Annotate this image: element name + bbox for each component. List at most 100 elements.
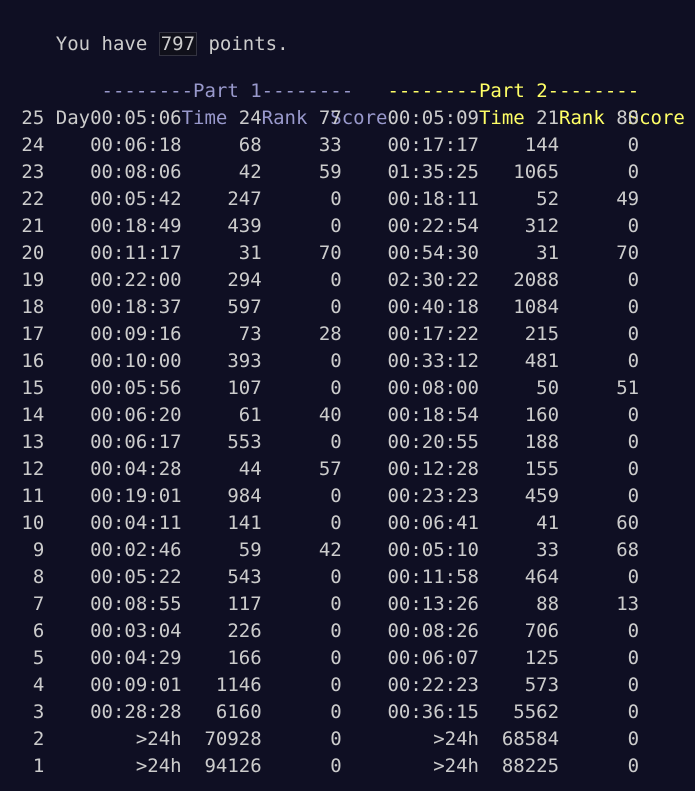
part2-rank-cell: 155	[524, 458, 560, 480]
part1-score-cell: 33	[318, 134, 342, 156]
part1-time-cell: 00:28:28	[90, 701, 182, 723]
part1-score-cell: 0	[330, 620, 342, 642]
day-cell: 7	[32, 593, 45, 615]
stats-table-body: 25 00:05:06 24 77 00:05:09 21 80 24 00:06:18 68 33…	[10, 105, 685, 780]
part1-time-cell: 00:04:11	[90, 512, 182, 534]
part2-rank-cell: 88	[536, 593, 560, 615]
part1-rank-cell: 543	[227, 566, 262, 588]
part1-rank-cell: 393	[227, 350, 262, 372]
part2-score-cell: 0	[627, 701, 640, 723]
day-cell: 22	[21, 188, 45, 210]
table-row: 11 00:19:01 984 0 00:23:23 459 0	[10, 483, 685, 510]
part2-score-cell: 0	[627, 458, 640, 480]
points-value: 797	[158, 32, 198, 56]
part2-time-cell: 00:08:00	[387, 377, 479, 399]
part2-rank-cell: 52	[536, 188, 560, 210]
part2-rank-cell: 5562	[513, 701, 560, 723]
part1-time-cell: 00:05:56	[90, 377, 182, 399]
part1-score-cell: 0	[330, 350, 342, 372]
part2-time-cell: 00:23:23	[387, 485, 479, 507]
part2-score-cell: 0	[627, 134, 640, 156]
table-row: 18 00:18:37 597 0 00:40:18 1084 0	[10, 294, 685, 321]
table-row: 19 00:22:00 294 0 02:30:22 2088 0	[10, 267, 685, 294]
part2-score-cell: 0	[627, 485, 640, 507]
day-cell: 11	[21, 485, 45, 507]
part2-rank-cell: 481	[524, 350, 560, 372]
part2-time-cell: 00:05:10	[387, 539, 479, 561]
part2-rank-cell: 50	[536, 377, 560, 399]
part2-score-cell: 0	[627, 404, 640, 426]
part1-time-cell: >24h	[135, 755, 182, 777]
part1-score-cell: 40	[318, 404, 342, 426]
day-cell: 23	[21, 161, 45, 183]
part1-score-cell: 0	[330, 674, 342, 696]
part2-score-cell: 60	[616, 512, 640, 534]
day-cell: 15	[21, 377, 45, 399]
part2-time-cell: >24h	[433, 728, 479, 750]
part2-rank-cell: 464	[524, 566, 560, 588]
table-row: 14 00:06:20 61 40 00:18:54 160 0	[10, 402, 685, 429]
day-cell: 12	[21, 458, 45, 480]
table-row: 13 00:06:17 553 0 00:20:55 188 0	[10, 429, 685, 456]
table-row: 24 00:06:18 68 33 00:17:17 144 0	[10, 132, 685, 159]
part2-rank-cell: 1065	[513, 161, 560, 183]
part1-rank-cell: 597	[227, 296, 262, 318]
table-row: 3 00:28:28 6160 0 00:36:15 5562 0	[10, 699, 685, 726]
part1-time-cell: 00:03:04	[90, 620, 182, 642]
part2-time-cell: 00:08:26	[387, 620, 479, 642]
part1-score-cell: 0	[330, 188, 342, 210]
part2-time-cell: 00:18:54	[387, 404, 479, 426]
part1-time-cell: 00:04:29	[90, 647, 182, 669]
day-cell: 1	[32, 755, 45, 777]
points-suffix: points.	[197, 33, 289, 55]
part2-score-cell: 0	[627, 161, 640, 183]
part2-rank-cell: 706	[524, 620, 560, 642]
day-cell: 9	[32, 539, 45, 561]
part2-rank-cell: 31	[536, 242, 560, 264]
part2-rank-cell: 1084	[513, 296, 560, 318]
part1-score-cell: 57	[318, 458, 342, 480]
part2-time-cell: 00:22:23	[387, 674, 479, 696]
part1-score-cell: 0	[330, 215, 342, 237]
part1-score-cell: 0	[330, 269, 342, 291]
part2-score-cell: 80	[616, 107, 640, 129]
part1-rank-cell: 294	[227, 269, 262, 291]
part1-time-cell: 00:09:16	[90, 323, 182, 345]
part2-score-cell: 0	[627, 323, 640, 345]
part2-rank-cell: 144	[524, 134, 560, 156]
part1-time-cell: 00:18:37	[90, 296, 182, 318]
part1-rank-cell: 247	[227, 188, 262, 210]
part2-time-cell: 00:11:58	[387, 566, 479, 588]
part1-time-cell: 00:06:18	[90, 134, 182, 156]
part1-time-cell: 00:05:06	[90, 107, 182, 129]
part1-score-cell: 0	[330, 485, 342, 507]
table-row: 17 00:09:16 73 28 00:17:22 215 0	[10, 321, 685, 348]
part2-score-cell: 13	[616, 593, 640, 615]
part1-rank-cell: 68	[238, 134, 262, 156]
part1-rank-cell: 553	[227, 431, 262, 453]
table-row: 20 00:11:17 31 70 00:54:30 31 70	[10, 240, 685, 267]
part1-score-cell: 28	[318, 323, 342, 345]
part1-rank-cell: 70928	[204, 728, 262, 750]
part2-time-cell: 00:40:18	[387, 296, 479, 318]
part2-time-cell: 00:36:15	[387, 701, 479, 723]
part1-time-cell: 00:11:17	[90, 242, 182, 264]
part2-score-cell: 51	[616, 377, 640, 399]
part1-rank-cell: 31	[238, 242, 262, 264]
part1-time-cell: 00:04:28	[90, 458, 182, 480]
part1-score-cell: 0	[330, 377, 342, 399]
table-row: 15 00:05:56 107 0 00:08:00 50 51	[10, 375, 685, 402]
table-row: 12 00:04:28 44 57 00:12:28 155 0	[10, 456, 685, 483]
part2-time-cell: >24h	[433, 755, 479, 777]
part2-score-cell: 0	[627, 350, 640, 372]
day-cell: 2	[32, 728, 45, 750]
part1-time-cell: 00:22:00	[90, 269, 182, 291]
part2-score-cell: 0	[627, 620, 640, 642]
day-cell: 20	[21, 242, 45, 264]
part2-time-cell: 00:17:22	[387, 323, 479, 345]
part2-score-cell: 70	[616, 242, 640, 264]
part1-time-cell: 00:09:01	[90, 674, 182, 696]
day-cell: 6	[32, 620, 45, 642]
part1-time-cell: 00:08:55	[90, 593, 182, 615]
part2-time-cell: 00:06:41	[387, 512, 479, 534]
